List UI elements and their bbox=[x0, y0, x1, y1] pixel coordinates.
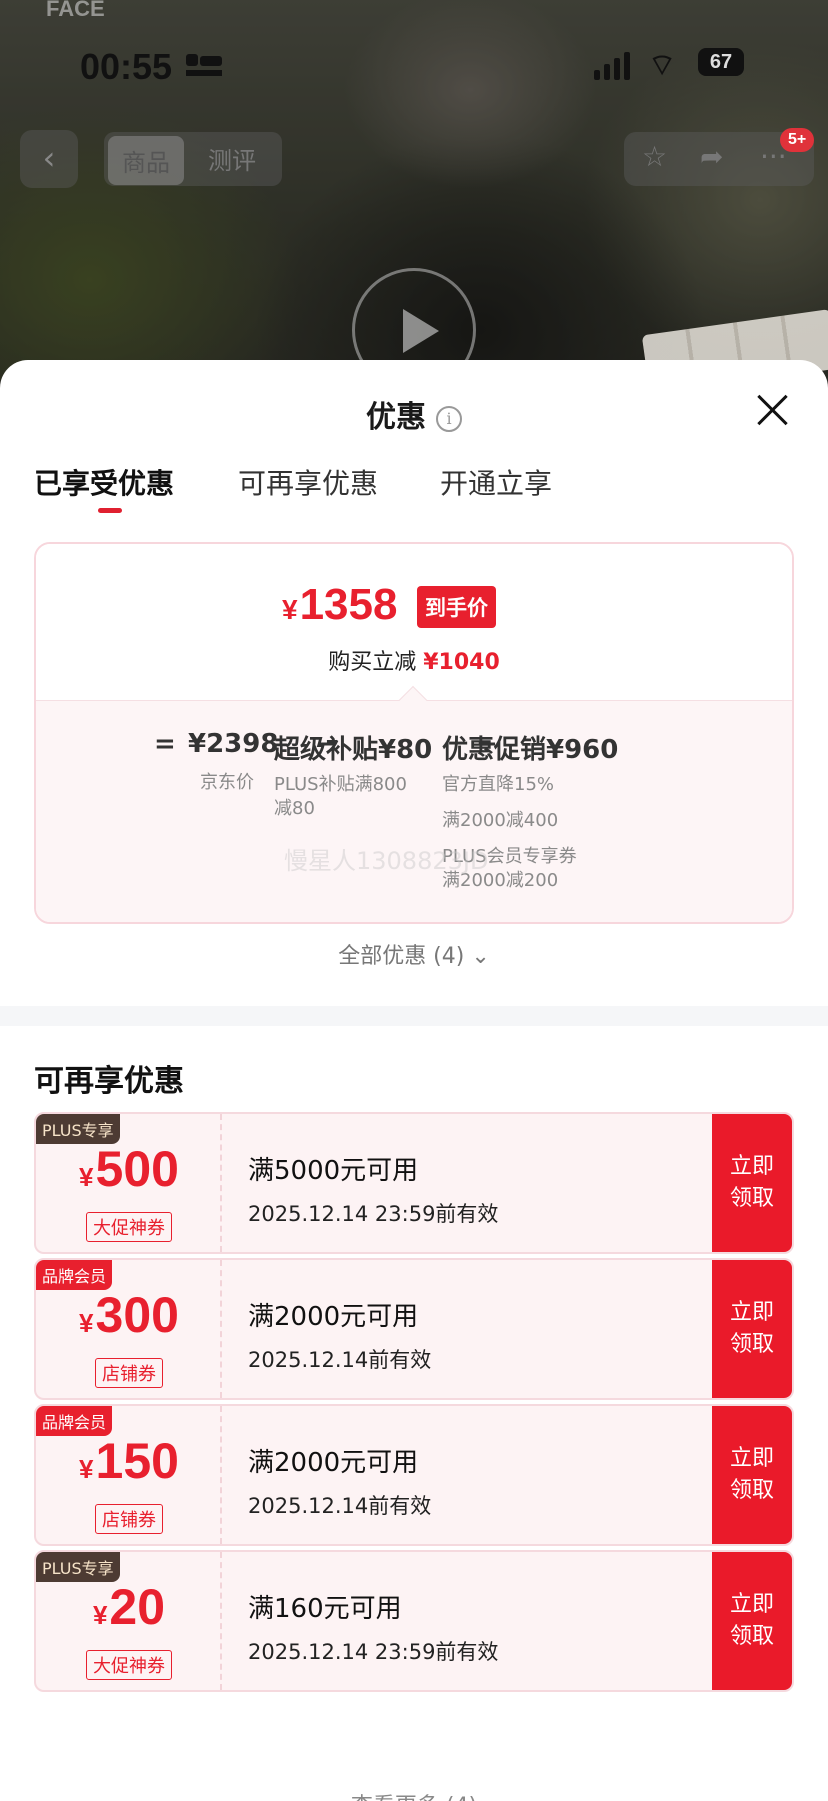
coupon-amount: ¥500 bbox=[79, 1141, 179, 1197]
sleep-mode-icon bbox=[186, 54, 222, 76]
tab-more-promotions[interactable]: 可再享优惠 bbox=[238, 462, 378, 502]
final-price-card: ¥1358 到手价 购买立减 ¥1040 = ¥2398 − 超级补贴¥80 −… bbox=[34, 542, 794, 924]
coupon-card: PLUS专享 ¥20 大促神券 满160元可用 2025.12.14 23:59… bbox=[34, 1550, 794, 1692]
instant-discount-value: ¥1040 bbox=[423, 650, 500, 675]
status-time: 00:55 bbox=[80, 46, 173, 87]
more-promotions-title: 可再享优惠 bbox=[34, 1064, 184, 1099]
wifi-icon: ⌔ bbox=[648, 48, 677, 83]
coupon-expiry: 2025.12.14前有效 bbox=[248, 1348, 432, 1372]
share-icon[interactable]: ➦ bbox=[700, 140, 723, 173]
sheet-title: 优惠 i bbox=[0, 392, 828, 436]
claim-coupon-button[interactable]: 立即领取 bbox=[712, 1114, 792, 1252]
user-watermark: 慢星人1308823JD bbox=[284, 847, 489, 875]
base-price-label: 京东价 bbox=[200, 772, 254, 793]
section-divider bbox=[0, 1006, 828, 1026]
price-breakdown: = ¥2398 − 超级补贴¥80 − 优惠促销¥960 京东价 PLUS补贴满… bbox=[36, 700, 792, 922]
all-promotions-link[interactable]: 全部优惠 (4) ⌄ bbox=[0, 938, 828, 970]
subsidy-detail: 减80 bbox=[274, 798, 315, 819]
promotion-total: 优惠促销¥960 bbox=[442, 735, 619, 765]
coupon-card: 品牌会员 ¥300 店铺券 满2000元可用 2025.12.14前有效 立即领… bbox=[34, 1258, 794, 1400]
tab-activate-promotions[interactable]: 开通立享 bbox=[440, 462, 552, 502]
coupon-type: 店铺券 bbox=[95, 1358, 163, 1388]
coupon-condition: 满160元可用 bbox=[248, 1594, 402, 1624]
background-overlay-text: FACE bbox=[46, 0, 105, 21]
promotion-detail: 满2000减400 bbox=[442, 810, 559, 831]
tab-enjoyed-promotions[interactable]: 已享受优惠 bbox=[34, 462, 174, 513]
coupon-amount: ¥20 bbox=[92, 1579, 166, 1635]
info-icon[interactable]: i bbox=[436, 406, 462, 432]
claim-coupon-button[interactable]: 立即领取 bbox=[712, 1552, 792, 1690]
chevron-down-icon: ⌄ bbox=[471, 944, 490, 969]
cellular-signal-icon bbox=[594, 50, 630, 80]
coupon-type: 大促神券 bbox=[86, 1650, 172, 1680]
coupon-condition: 满2000元可用 bbox=[248, 1302, 419, 1332]
sheet-title-text: 优惠 bbox=[366, 400, 426, 435]
promotion-sheet: 优惠 i 已享受优惠 可再享优惠 开通立享 ¥1358 到手价 购买立减 ¥104… bbox=[0, 360, 828, 1801]
claim-coupon-button[interactable]: 立即领取 bbox=[712, 1260, 792, 1398]
coupon-condition: 满5000元可用 bbox=[248, 1156, 419, 1186]
coupon-expiry: 2025.12.14 23:59前有效 bbox=[248, 1640, 499, 1664]
coupon-expiry: 2025.12.14前有效 bbox=[248, 1494, 432, 1518]
coupon-type: 大促神券 bbox=[86, 1212, 172, 1242]
view-more-link[interactable]: 查看更多 (4) bbox=[0, 1788, 828, 1801]
coupon-value: 品牌会员 ¥300 店铺券 bbox=[36, 1260, 222, 1398]
product-top-nav: ‹ 商品 测评 ☆ ➦ ··· 5+ bbox=[0, 128, 828, 188]
tab-product[interactable]: 商品 bbox=[108, 136, 184, 185]
coupon-condition: 满2000元可用 bbox=[248, 1448, 419, 1478]
price-summary: ¥1358 到手价 购买立减 ¥1040 bbox=[36, 544, 792, 700]
coupon-type: 店铺券 bbox=[95, 1504, 163, 1534]
favorite-star-icon[interactable]: ☆ bbox=[642, 140, 667, 173]
promotion-detail: 官方直降15% bbox=[442, 774, 555, 795]
tab-review[interactable]: 测评 bbox=[208, 141, 256, 176]
final-price: ¥1358 bbox=[282, 580, 398, 629]
battery-icon: 67 bbox=[698, 48, 744, 76]
coupon-amount: ¥150 bbox=[79, 1433, 179, 1489]
coupon-value: PLUS专享 ¥500 大促神券 bbox=[36, 1114, 222, 1252]
status-bar: 00:55 ⌔ 67 bbox=[0, 40, 828, 100]
coupon-value: PLUS专享 ¥20 大促神券 bbox=[36, 1552, 222, 1690]
notification-badge: 5+ bbox=[780, 128, 815, 152]
super-subsidy: 超级补贴¥80 bbox=[274, 735, 433, 765]
coupon-expiry: 2025.12.14 23:59前有效 bbox=[248, 1202, 499, 1226]
coupon-card: PLUS专享 ¥500 大促神券 满5000元可用 2025.12.14 23:… bbox=[34, 1112, 794, 1254]
base-price: ¥2398 bbox=[188, 729, 279, 759]
coupon-card: 品牌会员 ¥150 店铺券 满2000元可用 2025.12.14前有效 立即领… bbox=[34, 1404, 794, 1546]
coupon-value: 品牌会员 ¥150 店铺券 bbox=[36, 1406, 222, 1544]
subsidy-detail: PLUS补贴满800 bbox=[274, 774, 407, 795]
coupon-amount: ¥300 bbox=[79, 1287, 179, 1343]
equals-sign: = bbox=[154, 729, 176, 759]
instant-discount: 购买立减 ¥1040 bbox=[328, 650, 500, 675]
claim-coupon-button[interactable]: 立即领取 bbox=[712, 1406, 792, 1544]
close-icon[interactable] bbox=[752, 390, 792, 430]
back-icon[interactable]: ‹ bbox=[20, 130, 78, 188]
final-price-tag: 到手价 bbox=[417, 586, 496, 628]
product-section-tabs: 商品 测评 bbox=[104, 132, 282, 186]
